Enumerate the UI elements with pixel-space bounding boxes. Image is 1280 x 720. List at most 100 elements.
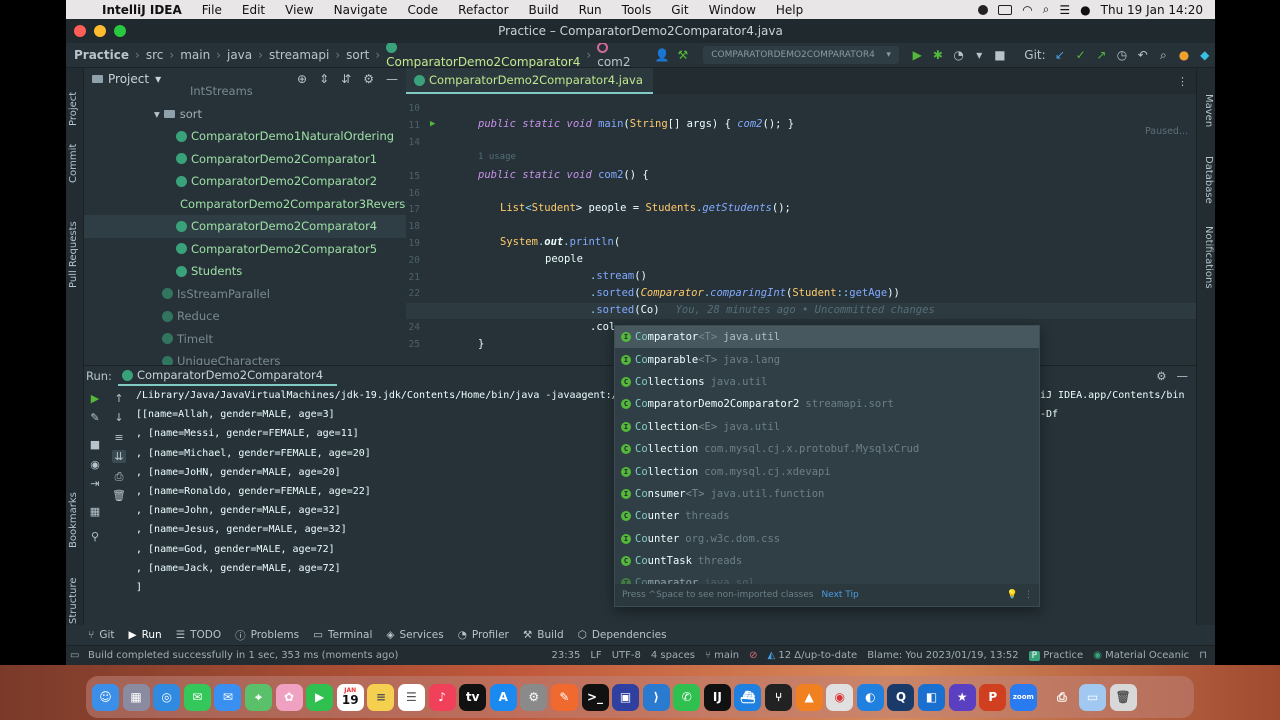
updates-icon[interactable]: ● xyxy=(1176,46,1193,64)
record-icon[interactable] xyxy=(978,4,989,15)
browser-icon[interactable]: ◐ xyxy=(856,683,884,711)
menu-run[interactable]: Run xyxy=(569,3,612,17)
facetime-icon[interactable]: ▶ xyxy=(306,683,334,711)
bookmarks-tool-tab[interactable]: Bookmarks xyxy=(68,492,79,548)
lightbulb-icon[interactable]: 💡 xyxy=(1007,590,1018,600)
notes-icon[interactable]: ≡ xyxy=(367,683,395,711)
status-message[interactable]: Build completed successfully in 1 sec, 3… xyxy=(66,650,398,661)
menu-help[interactable]: Help xyxy=(766,3,813,17)
breadcrumb-streamapi[interactable]: streamapi xyxy=(265,48,333,62)
control-center-icon[interactable]: ☰ xyxy=(1059,3,1070,17)
completion-item[interactable]: C Co llection com.mysql.cj.x.protobuf.Mysql… xyxy=(615,438,1039,460)
menu-view[interactable]: View xyxy=(275,3,323,17)
menu-navigate[interactable]: Navigate xyxy=(324,3,398,17)
safari-icon[interactable]: ◎ xyxy=(153,683,181,711)
iterm-icon[interactable]: ▣ xyxy=(612,683,640,711)
breadcrumb-main[interactable]: main xyxy=(176,48,214,62)
launchpad-icon[interactable]: ▦ xyxy=(122,683,150,711)
history-icon[interactable]: ◷ xyxy=(1114,46,1131,64)
more-options-icon[interactable]: ⋮ xyxy=(1018,590,1039,600)
theme-widget[interactable]: ◉ Material Oceanic xyxy=(1093,650,1189,661)
breadcrumb-method[interactable]: com2 xyxy=(593,41,646,69)
console-output[interactable]: /Library/Java/JavaVirtualMachines/jdk-19… xyxy=(136,386,648,597)
imovie-icon[interactable]: ★ xyxy=(948,683,976,711)
run-gutter-icon[interactable]: ▶ xyxy=(430,119,435,129)
trash-icon[interactable]: 🗑 xyxy=(1109,683,1137,711)
notifications-tool-tab[interactable]: Notifications xyxy=(1203,226,1214,289)
menu-file[interactable]: File xyxy=(192,3,232,17)
menu-tools[interactable]: Tools xyxy=(612,3,662,17)
workspace-icon[interactable]: ◧ xyxy=(918,683,946,711)
breadcrumb-class[interactable]: ComparatorDemo2Comparator4 xyxy=(382,41,584,69)
tree-item-class[interactable]: TimeIt xyxy=(84,328,406,351)
git-update-icon[interactable]: ↙ xyxy=(1052,46,1069,64)
breadcrumb-sort[interactable]: sort xyxy=(342,48,373,62)
completion-item[interactable]: C Co untTask threads xyxy=(615,550,1039,572)
caret-position[interactable]: 23:35 xyxy=(552,650,581,661)
editor-tab-active[interactable]: ComparatorDemo2Comparator4.java xyxy=(406,68,653,94)
completion-item[interactable]: I Co llection com.mysql.cj.xdevapi xyxy=(615,460,1039,482)
completion-item[interactable]: I Co nsumer <T> java.util.function xyxy=(615,483,1039,505)
more-run-icon[interactable]: ▾ xyxy=(971,46,988,64)
scroll-to-end-icon[interactable]: ⇊ xyxy=(112,450,126,463)
more-tabs-icon[interactable]: ⋮ xyxy=(1177,75,1196,88)
terminal-icon[interactable]: >_ xyxy=(581,683,609,711)
completion-item[interactable]: C Co llections java.util xyxy=(615,371,1039,393)
postman-icon[interactable]: ✎ xyxy=(550,683,578,711)
tool-git[interactable]: ⑂ Git xyxy=(88,629,114,641)
zoom-icon[interactable]: zoom xyxy=(1009,683,1037,711)
downloads-folder-icon[interactable]: ▭ xyxy=(1079,683,1106,711)
project-widget[interactable]: P Practice xyxy=(1028,650,1083,661)
tree-item-class[interactable]: Students xyxy=(84,260,406,283)
rerun-icon[interactable]: ▶ xyxy=(88,392,102,405)
reminders-icon[interactable]: ☰ xyxy=(397,683,425,711)
soft-wrap-icon[interactable]: ≡ xyxy=(112,431,126,444)
tree-item-class[interactable]: ComparatorDemo2Comparator5 xyxy=(84,238,406,261)
tree-item-class[interactable]: ComparatorDemo2Comparator2 xyxy=(84,170,406,193)
line-separator[interactable]: LF xyxy=(590,650,601,661)
menu-build[interactable]: Build xyxy=(519,3,569,17)
breadcrumb-java[interactable]: java xyxy=(223,48,256,62)
battery-icon[interactable] xyxy=(998,4,1013,15)
maven-tool-tab[interactable]: Maven xyxy=(1203,94,1214,127)
run-tab[interactable]: ComparatorDemo2Comparator4 xyxy=(117,366,338,386)
git-commit-icon[interactable]: ✓ xyxy=(1072,46,1089,64)
tree-item-class[interactable]: UniqueCharacters xyxy=(84,350,406,365)
rollback-icon[interactable]: ↶ xyxy=(1134,46,1151,64)
indent-setting[interactable]: 4 spaces xyxy=(651,650,695,661)
completion-item[interactable]: I Co llection <E> java.util xyxy=(615,416,1039,438)
tree-item-class[interactable]: ComparatorDemo2Comparator3Reverse xyxy=(84,193,406,216)
chrome-icon[interactable]: ◉ xyxy=(826,683,854,711)
completion-item-selected[interactable]: I Co mparator <T> java.util xyxy=(615,326,1039,349)
search-icon[interactable]: ⌕ xyxy=(1043,2,1050,17)
inspection-icon[interactable]: ⊘ xyxy=(749,650,757,661)
intellij-icon[interactable]: IJ xyxy=(703,683,731,711)
tool-terminal[interactable]: ▭ Terminal xyxy=(313,629,372,641)
camera-icon[interactable]: ◉ xyxy=(88,458,102,471)
tree-item-class[interactable]: IsStreamParallel xyxy=(84,283,406,306)
menu-git[interactable]: Git xyxy=(661,3,698,17)
menu-app-name[interactable]: IntelliJ IDEA xyxy=(92,3,192,17)
tree-item-intstreams[interactable]: IntStreams xyxy=(84,80,406,103)
pull-requests-tool-tab[interactable]: Pull Requests xyxy=(68,221,79,288)
completion-item[interactable]: I Co unter org.w3c.dom.css xyxy=(615,528,1039,550)
git-branch-widget[interactable]: ⑂ main xyxy=(705,650,739,661)
git-push-icon[interactable]: ↗ xyxy=(1093,46,1110,64)
git-client-icon[interactable]: ⑂ xyxy=(765,683,793,711)
usage-hint[interactable]: 1 usage xyxy=(478,152,516,162)
print-icon[interactable]: ⎙ xyxy=(112,470,126,484)
printer-icon[interactable]: ⎙ xyxy=(1048,684,1075,711)
messages-icon[interactable]: ✉ xyxy=(183,683,211,711)
layout-icon[interactable]: ▭ xyxy=(70,650,79,661)
menu-refactor[interactable]: Refactor xyxy=(448,3,518,17)
music-icon[interactable]: ♪ xyxy=(428,683,456,711)
menu-edit[interactable]: Edit xyxy=(232,3,275,17)
finder-icon[interactable]: ☺ xyxy=(92,683,119,711)
siri-icon[interactable]: ● xyxy=(1080,3,1090,17)
file-encoding[interactable]: UTF-8 xyxy=(612,650,641,661)
coverage-icon[interactable]: ◔ xyxy=(950,46,967,64)
quicktime-icon[interactable]: Q xyxy=(887,683,915,711)
vscode-icon[interactable]: ⟩ xyxy=(642,683,670,711)
plugin-icon[interactable]: ◆ xyxy=(1196,46,1213,64)
menu-window[interactable]: Window xyxy=(699,3,766,17)
